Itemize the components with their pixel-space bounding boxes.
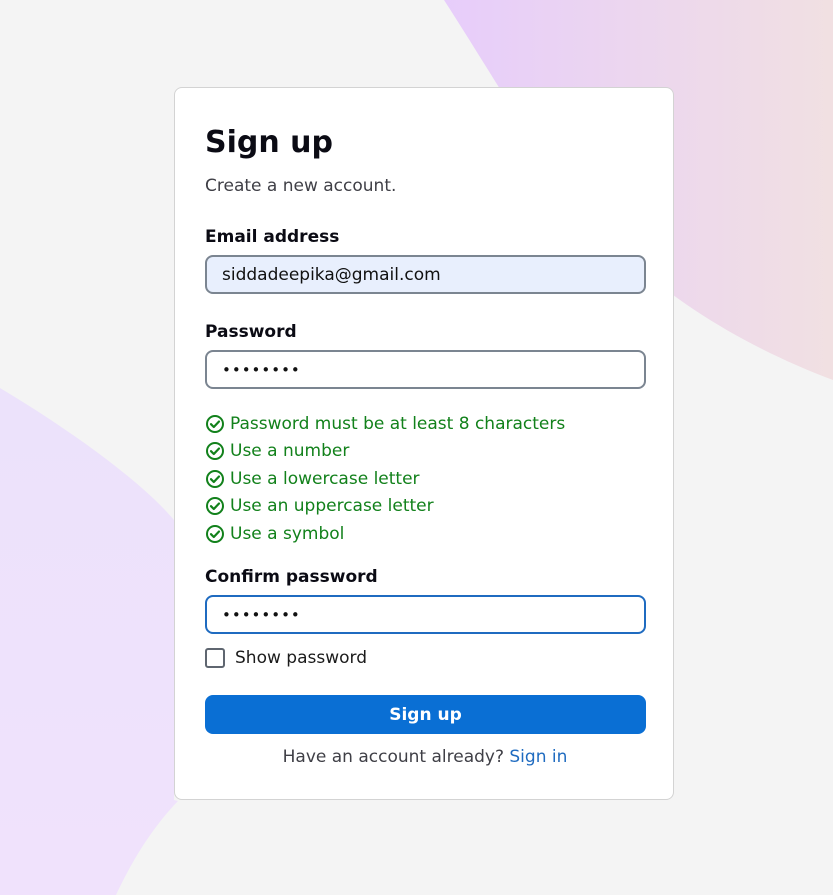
- check-circle-icon: [206, 442, 224, 461]
- rule-text: Password must be at least 8 characters: [230, 413, 566, 434]
- password-rules: Password must be at least 8 characters U…: [205, 410, 565, 548]
- rule-text: Use a number: [230, 441, 350, 462]
- confirm-password-field[interactable]: [205, 595, 646, 634]
- password-field[interactable]: [205, 350, 646, 389]
- rule-text: Use a lowercase letter: [230, 468, 420, 489]
- bottom-left-blob: [0, 388, 178, 895]
- show-password-label[interactable]: Show password: [235, 648, 367, 668]
- rule-text: Use a symbol: [230, 523, 345, 544]
- email-label: Email address: [205, 227, 340, 247]
- check-circle-icon: [206, 524, 224, 543]
- show-password-row[interactable]: Show password: [205, 647, 367, 669]
- confirm-password-label: Confirm password: [205, 567, 378, 587]
- show-password-checkbox[interactable]: [205, 648, 225, 668]
- rule-symbol: Use a symbol: [205, 520, 565, 548]
- rule-number: Use a number: [205, 438, 565, 466]
- sign-in-link[interactable]: Sign in: [509, 747, 567, 767]
- rule-uppercase: Use an uppercase letter: [205, 493, 565, 521]
- check-circle-icon: [206, 414, 224, 433]
- email-field[interactable]: [205, 255, 646, 294]
- check-circle-icon: [206, 497, 224, 516]
- rule-lowercase: Use a lowercase letter: [205, 465, 565, 493]
- password-label: Password: [205, 322, 297, 342]
- rule-min-length: Password must be at least 8 characters: [205, 410, 565, 438]
- sign-up-button[interactable]: Sign up: [205, 695, 646, 734]
- sign-in-prompt: Have an account already? Sign in: [175, 746, 675, 768]
- signup-card: Sign up Create a new account. Email addr…: [174, 87, 674, 800]
- page-subtitle: Create a new account.: [205, 176, 397, 196]
- rule-text: Use an uppercase letter: [230, 496, 434, 517]
- sign-in-prompt-text: Have an account already?: [282, 747, 510, 767]
- check-circle-icon: [206, 469, 224, 488]
- page-title: Sign up: [205, 125, 333, 160]
